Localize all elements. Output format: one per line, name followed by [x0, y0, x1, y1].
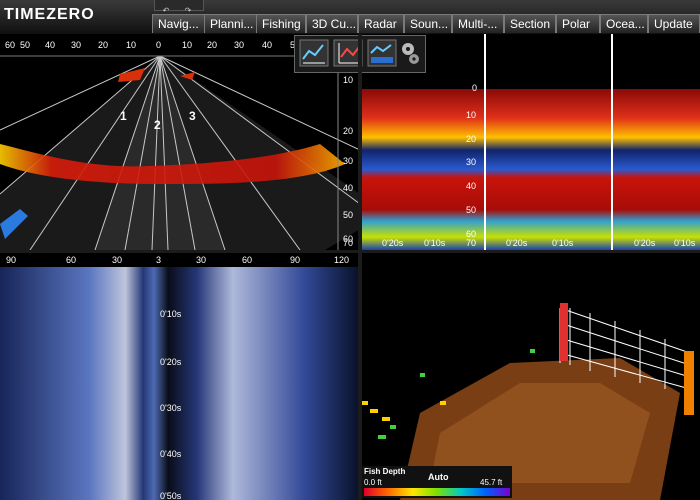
tab-3d-current[interactable]: 3D Cu... — [306, 14, 358, 33]
echo-depth-tick: 40 — [466, 181, 476, 191]
timezero-logo: TIMEZERO — [4, 6, 95, 23]
sector-top-tick: 10 — [182, 40, 192, 50]
sector-depth-tick: 30 — [343, 156, 353, 166]
beam-label-2: 2 — [154, 118, 161, 132]
echo-depth-tick: 30 — [466, 157, 476, 167]
echo-time-label: 0'20s — [634, 238, 656, 248]
legend-max-value: 45.7 ft — [480, 478, 503, 487]
3d-fish-view[interactable] — [360, 253, 700, 500]
side-scan-top-tick: 120 — [334, 255, 349, 265]
sector-depth-tick: 50 — [343, 210, 353, 220]
side-scan-top-tick: 90 — [6, 255, 16, 265]
echo-depth-tick: 70 — [466, 238, 476, 248]
side-scan-time-label: 0'10s — [160, 309, 182, 319]
echo-depth-tick: 0 — [472, 83, 477, 93]
echo-depth-tick: 20 — [466, 134, 476, 144]
echo-depth-tick: 50 — [466, 205, 476, 215]
sector-top-tick: 0 — [156, 40, 161, 50]
sounder-trend-icon[interactable] — [299, 39, 329, 67]
sector-top-tick: 40 — [45, 40, 55, 50]
echo-time-label: 0'10s — [552, 238, 574, 248]
sector-top-tick: 30 — [234, 40, 244, 50]
echo-time-label: 0'10s — [674, 238, 696, 248]
depth-color-bar — [364, 488, 510, 496]
top-menu-bar: TIMEZERO ↶ ↷ Navig... Planni... Fishing 3… — [0, 0, 700, 35]
tab-sounder[interactable]: Soun... — [404, 14, 452, 33]
sector-top-tick: 40 — [262, 40, 272, 50]
echo-time-label: 0'10s — [424, 238, 446, 248]
side-scan-top-tick: 30 — [196, 255, 206, 265]
side-scan-time-label: 0'20s — [160, 357, 182, 367]
tab-polar[interactable]: Polar — [556, 14, 600, 33]
fish-depth-legend: Fish Depth Auto 0.0 ft 45.7 ft — [362, 466, 512, 498]
tab-section[interactable]: Section — [504, 14, 556, 33]
tab-multi-beam[interactable]: Multi-... — [452, 14, 504, 33]
horizontal-divider[interactable] — [0, 250, 700, 253]
beam-label-3: 3 — [189, 109, 196, 123]
side-scan-view[interactable]: 90 60 30 3 30 60 90 120 0'10s 0'20s 0'30… — [0, 253, 358, 500]
side-scan-top-tick: 3 — [156, 255, 161, 265]
echo-time-label: 0'20s — [382, 238, 404, 248]
vertical-divider[interactable] — [358, 34, 362, 500]
sector-depth-tick: 10 — [343, 75, 353, 85]
sector-depth-tick: 40 — [343, 183, 353, 193]
sector-top-tick: 60 — [5, 40, 15, 50]
side-scan-time-label: 0'50s — [160, 491, 182, 500]
tab-update[interactable]: Update — [648, 14, 700, 33]
single-beam-icon[interactable] — [367, 39, 397, 67]
side-scan-top-tick: 60 — [66, 255, 76, 265]
side-scan-top-tick: 30 — [112, 255, 122, 265]
sector-top-tick: 10 — [126, 40, 136, 50]
echo-time-label: 0'20s — [506, 238, 528, 248]
side-scan-top-tick: 60 — [242, 255, 252, 265]
echo-depth-tick: 10 — [466, 110, 476, 120]
beam-label-1: 1 — [120, 109, 127, 123]
tab-fishing[interactable]: Fishing — [256, 14, 306, 33]
sector-top-tick: 50 — [20, 40, 30, 50]
sector-top-tick: 30 — [71, 40, 81, 50]
tab-navigation[interactable]: Navig... — [152, 14, 206, 33]
sector-depth-tick: 70 — [343, 238, 353, 248]
side-scan-time-label: 0'40s — [160, 449, 182, 459]
legend-title: Fish Depth — [364, 467, 406, 476]
tab-radar[interactable]: Radar — [358, 14, 404, 33]
undo-redo-bar: ↶ ↷ — [154, 0, 204, 15]
side-scan-top-tick: 90 — [290, 255, 300, 265]
sector-depth-tick: 20 — [343, 126, 353, 136]
tab-ocean[interactable]: Ocea... — [600, 14, 648, 33]
legend-min-value: 0.0 ft — [364, 478, 382, 487]
side-scan-time-label: 0'30s — [160, 403, 182, 413]
tab-planning[interactable]: Planni... — [204, 14, 258, 33]
legend-mode[interactable]: Auto — [428, 472, 449, 482]
sector-top-tick: 20 — [207, 40, 217, 50]
sector-top-tick: 20 — [98, 40, 108, 50]
settings-gears-icon[interactable] — [399, 39, 421, 67]
